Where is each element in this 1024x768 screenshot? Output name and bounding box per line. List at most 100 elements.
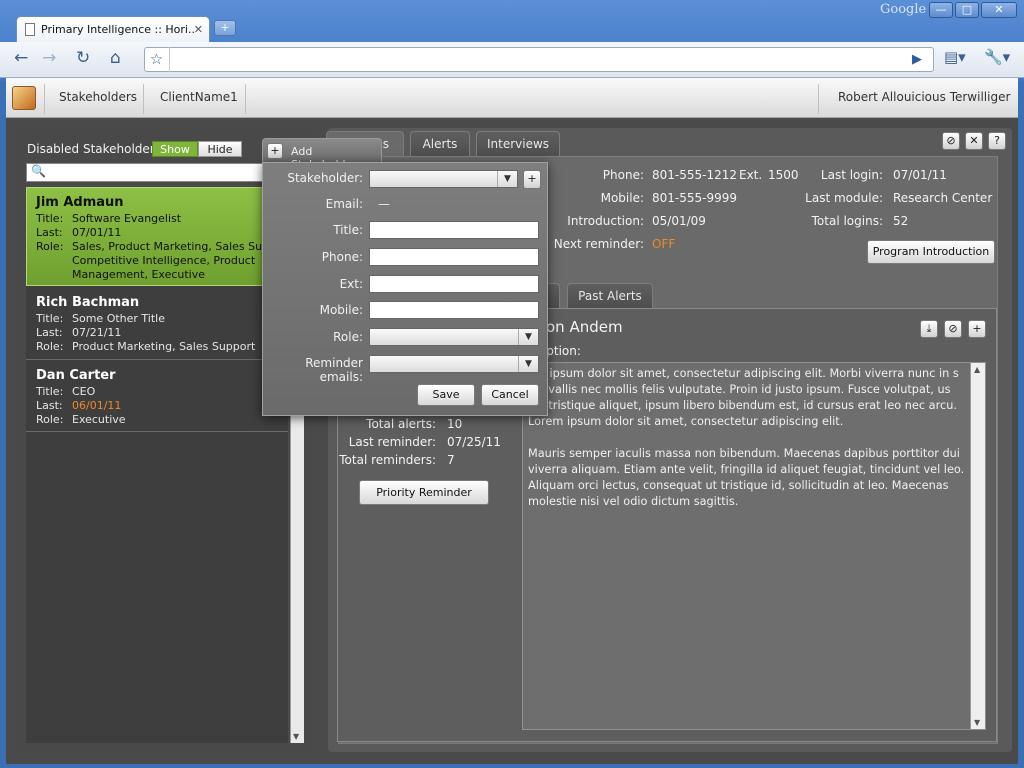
add-icon[interactable]: + bbox=[267, 143, 283, 159]
add-stakeholder-icon[interactable]: + bbox=[523, 170, 541, 189]
field-label: Title: bbox=[36, 212, 64, 225]
total-logins-value: 52 bbox=[893, 214, 909, 228]
introduction-label: Introduction: bbox=[567, 214, 644, 228]
tab-close-icon[interactable]: ✕ bbox=[194, 23, 203, 36]
field-label: Role: bbox=[36, 340, 64, 353]
hide-toggle[interactable]: Hide bbox=[198, 141, 242, 157]
browser-tab[interactable]: Primary Intelligence :: Hori... ✕ bbox=[16, 16, 210, 42]
divider bbox=[44, 84, 45, 114]
total-alerts-label: Total alerts: bbox=[366, 417, 436, 431]
stakeholder-last: 07/21/11 bbox=[72, 326, 122, 339]
stakeholder-name: Jim Admaun bbox=[36, 195, 124, 210]
stakeholder-title: Software Evangelist bbox=[72, 212, 182, 225]
stakeholder-role: Management, Executive bbox=[72, 268, 206, 281]
stakeholder-last: 07/01/11 bbox=[72, 226, 122, 239]
divider bbox=[818, 84, 819, 114]
maximize-button[interactable]: □ bbox=[955, 2, 979, 18]
stakeholder-title: CEO bbox=[72, 385, 96, 398]
app-logo[interactable] bbox=[12, 86, 36, 110]
field-label: Role: bbox=[36, 413, 64, 426]
total-alerts-value: 10 bbox=[447, 417, 463, 431]
stakeholder-select[interactable]: ▼ bbox=[369, 170, 518, 188]
field-label: Last: bbox=[36, 226, 63, 239]
chevron-down-icon: ▼ bbox=[518, 356, 538, 372]
close-icon[interactable]: ✕ bbox=[965, 132, 983, 150]
last-reminder-value: 07/25/11 bbox=[447, 435, 501, 449]
ext-input[interactable] bbox=[369, 275, 539, 293]
reminder-emails-select[interactable]: ▼ bbox=[369, 355, 539, 373]
mobile-label: Mobile: bbox=[600, 191, 644, 205]
mobile-value: 801-555-9999 bbox=[652, 191, 738, 205]
stakeholder-role: Competitive Intelligence, Product bbox=[72, 254, 256, 267]
divider bbox=[245, 84, 246, 114]
field-label: Title: bbox=[36, 312, 64, 325]
phone-label: Phone: bbox=[321, 250, 363, 264]
next-reminder-label: Next reminder: bbox=[553, 237, 644, 251]
stakeholder-label: Stakeholder: bbox=[287, 171, 363, 185]
divider bbox=[143, 84, 144, 114]
user-name[interactable]: Robert Allouicious Terwilliger bbox=[838, 90, 1010, 104]
phone-label: Phone: bbox=[602, 168, 644, 182]
ext-value: 1500 bbox=[768, 168, 799, 182]
stakeholder-role: Product Marketing, Sales Support bbox=[72, 340, 256, 353]
page-icon bbox=[25, 23, 35, 36]
tab-alerts[interactable]: Alerts bbox=[410, 131, 470, 157]
last-reminder-label: Last reminder: bbox=[348, 435, 436, 449]
total-logins-label: Total logins: bbox=[811, 214, 883, 228]
scrollbar[interactable]: ▲ ▼ bbox=[970, 363, 985, 729]
reload-icon[interactable]: ↻ bbox=[76, 48, 90, 68]
new-tab-button[interactable]: + bbox=[214, 20, 236, 36]
mobile-input[interactable] bbox=[369, 301, 539, 319]
stakeholder-title: Some Other Title bbox=[72, 312, 165, 325]
bookmark-star-icon[interactable]: ☆ bbox=[144, 47, 170, 72]
introduction-value: 05/01/09 bbox=[652, 214, 706, 228]
list-item[interactable]: Rich Bachman Title: Some Other Title Last… bbox=[26, 288, 288, 360]
last-module-value: Research Center bbox=[893, 191, 993, 205]
mobile-label: Mobile: bbox=[319, 303, 363, 317]
field-label: Title: bbox=[36, 385, 64, 398]
tab-interviews[interactable]: Interviews bbox=[476, 131, 560, 157]
role-label: Role: bbox=[333, 330, 363, 344]
priority-reminder-button[interactable]: Priority Reminder bbox=[359, 480, 489, 505]
address-bar[interactable] bbox=[144, 47, 934, 72]
cancel-button[interactable]: Cancel bbox=[481, 384, 539, 406]
title-label: Title: bbox=[333, 223, 363, 237]
add-icon[interactable]: + bbox=[968, 320, 986, 338]
disable-icon[interactable]: ⊘ bbox=[944, 320, 962, 338]
list-item[interactable]: Dan Carter Title: CEO Last: 06/01/11 Role:… bbox=[26, 362, 288, 432]
last-login-value: 07/01/11 bbox=[893, 168, 947, 182]
disabled-stakeholders-label: Disabled Stakeholders: bbox=[27, 142, 166, 156]
last-module-label: Last module: bbox=[805, 191, 883, 205]
role-select[interactable]: ▼ bbox=[369, 328, 539, 346]
wrench-menu-icon[interactable]: 🔧▾ bbox=[984, 48, 1010, 66]
download-icon[interactable]: ⤓ bbox=[920, 320, 938, 338]
minimize-button[interactable]: — bbox=[929, 2, 953, 18]
last-login-label: Last login: bbox=[820, 168, 883, 182]
description-text: em ipsum dolor sit amet, consectetur adi… bbox=[528, 366, 968, 526]
go-icon[interactable]: ▶ bbox=[912, 52, 922, 67]
phone-input[interactable] bbox=[369, 248, 539, 266]
save-button[interactable]: Save bbox=[417, 384, 475, 406]
program-introduction-button[interactable]: Program Introduction bbox=[867, 240, 995, 264]
disable-icon[interactable]: ⊘ bbox=[942, 132, 960, 150]
stakeholder-search-input[interactable]: 🔍 bbox=[26, 163, 276, 182]
email-label: Email: bbox=[325, 197, 363, 211]
list-item[interactable]: Jim Admaun Title: Software Evangelist Las… bbox=[26, 187, 295, 286]
tab-past-alerts[interactable]: Past Alerts bbox=[567, 283, 653, 309]
stakeholder-name: Rich Bachman bbox=[36, 295, 140, 310]
back-icon[interactable]: ← bbox=[14, 48, 28, 68]
window-close-button[interactable]: ✕ bbox=[981, 2, 1017, 18]
title-input[interactable] bbox=[369, 221, 539, 239]
show-toggle[interactable]: Show bbox=[152, 141, 198, 157]
page-menu-icon[interactable]: ▤▾ bbox=[944, 48, 966, 66]
chevron-down-icon: ▼ bbox=[518, 329, 538, 345]
nav-client[interactable]: ClientName1 bbox=[160, 90, 238, 104]
ext-label: Ext: bbox=[339, 277, 363, 291]
ext-label: Ext. bbox=[739, 168, 763, 182]
home-icon[interactable]: ⌂ bbox=[110, 48, 121, 68]
nav-stakeholders[interactable]: Stakeholders bbox=[59, 90, 137, 104]
stakeholder-last: 06/01/11 bbox=[72, 399, 122, 412]
forward-icon[interactable]: → bbox=[42, 48, 56, 68]
description-paragraph: em ipsum dolor sit amet, consectetur adi… bbox=[528, 367, 959, 428]
help-icon[interactable]: ? bbox=[988, 132, 1006, 150]
